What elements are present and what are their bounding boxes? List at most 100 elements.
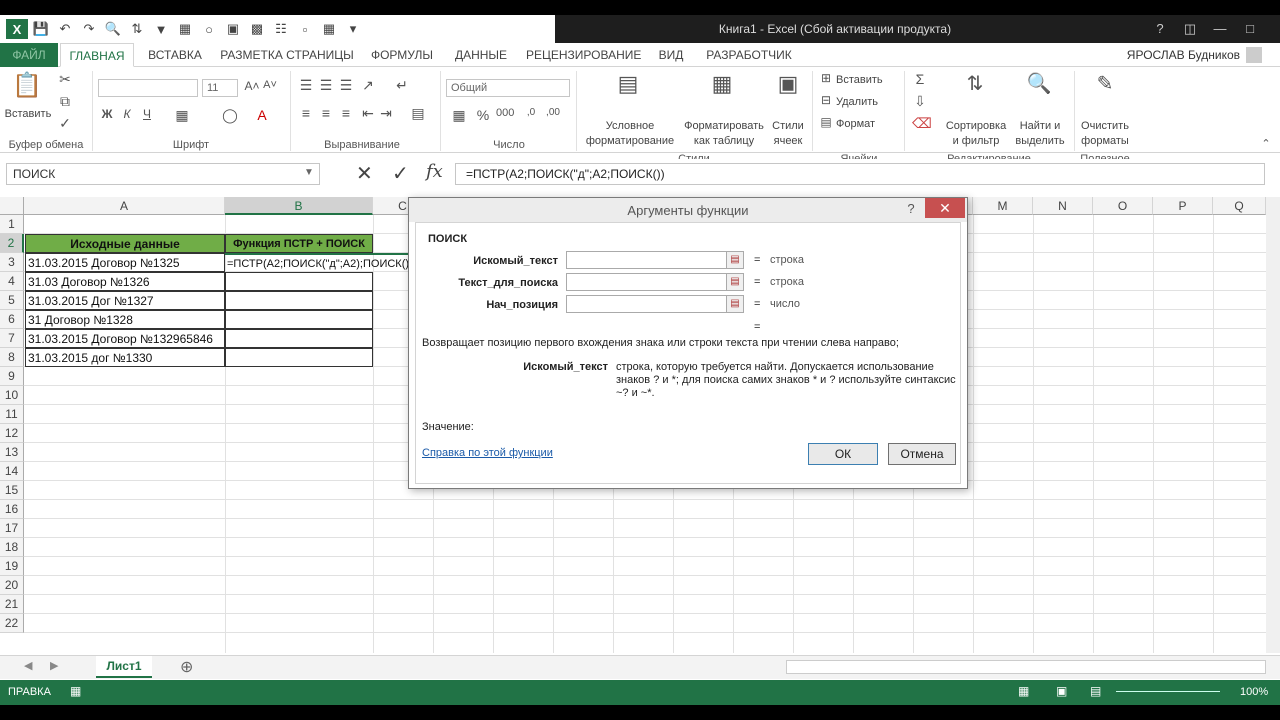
select-all-corner[interactable] <box>0 197 24 215</box>
font-color-icon[interactable]: A <box>254 107 270 123</box>
font-name-combo[interactable] <box>98 79 198 97</box>
print-preview-icon[interactable]: 🔍 <box>102 18 124 40</box>
comma-style-icon[interactable]: 000 <box>496 107 514 119</box>
delete-cells-icon[interactable]: ⊟ <box>818 93 834 107</box>
redo-icon[interactable]: ↷ <box>78 18 100 40</box>
enter-icon[interactable]: ✓ <box>392 161 409 186</box>
start-num-input[interactable] <box>566 295 728 313</box>
conditional-format-label-1[interactable]: Условное <box>580 119 680 133</box>
column-header[interactable]: B <box>225 197 373 215</box>
wrap-text-icon[interactable]: ↵ <box>394 77 410 94</box>
align-left-icon[interactable]: ≡ <box>298 105 314 121</box>
tab-review[interactable]: РЕЦЕНЗИРОВАНИЕ <box>526 43 641 67</box>
sort-filter-label-1[interactable]: Сортировка <box>940 119 1012 133</box>
cell-b5[interactable] <box>225 310 373 329</box>
row-header[interactable]: 8 <box>0 348 24 367</box>
autosum-icon[interactable]: Σ <box>912 71 928 87</box>
column-header[interactable]: O <box>1093 197 1153 215</box>
cut-icon[interactable]: ✂ <box>58 71 72 88</box>
shrink-font-icon[interactable]: A˅ <box>262 79 278 91</box>
align-center-icon[interactable]: ≡ <box>318 105 334 121</box>
page-break-view-icon[interactable]: ▤ <box>1090 684 1101 698</box>
row-header[interactable]: 5 <box>0 291 24 310</box>
dialog-help-button[interactable]: ? <box>899 198 923 220</box>
insert-function-button[interactable]: fx <box>426 161 443 182</box>
chart-icon[interactable]: ▩ <box>246 18 268 40</box>
cell-b4[interactable] <box>225 291 373 310</box>
percent-icon[interactable]: % <box>474 107 492 123</box>
align-bottom-icon[interactable]: ☰ <box>338 77 354 94</box>
filter-icon[interactable]: ▼ <box>150 18 172 40</box>
find-text-input[interactable] <box>566 251 728 269</box>
cell-a1[interactable]: Исходные данные <box>25 234 225 253</box>
vertical-scrollbar[interactable] <box>1266 197 1280 653</box>
increase-decimal-icon[interactable]: ,0 <box>522 107 540 118</box>
tab-data[interactable]: ДАННЫЕ <box>452 43 510 67</box>
cell-a6[interactable]: 31.03.2015 Договор №132965846 <box>25 329 225 348</box>
help-link[interactable]: Справка по этой функции <box>422 447 553 459</box>
save-icon[interactable]: 💾 <box>30 18 52 40</box>
row-header[interactable]: 6 <box>0 310 24 329</box>
name-box-dropdown-icon[interactable]: ▼ <box>304 167 314 178</box>
tab-file[interactable]: ФАЙЛ <box>0 43 58 67</box>
table-icon[interactable]: ▦ <box>318 18 340 40</box>
font-size-combo[interactable]: 11 <box>202 79 238 97</box>
orientation-icon[interactable]: ↗ <box>360 77 376 94</box>
row-header[interactable]: 11 <box>0 405 24 424</box>
sort-icon[interactable]: ⇅ <box>126 18 148 40</box>
bold-button[interactable]: Ж <box>100 107 114 121</box>
increase-indent-icon[interactable]: ⇥ <box>378 105 394 122</box>
collapse-dialog-icon[interactable]: ▤ <box>726 295 744 313</box>
cell-styles-label-2[interactable]: ячеек <box>766 134 810 148</box>
row-header[interactable]: 3 <box>0 253 24 272</box>
tab-home[interactable]: ГЛАВНАЯ <box>60 43 134 67</box>
paste-icon[interactable]: 📋 <box>12 71 42 101</box>
zoom-level[interactable]: 100% <box>1240 686 1268 698</box>
format-cells-icon[interactable]: ▤ <box>818 115 834 129</box>
collapse-dialog-icon[interactable]: ▤ <box>726 273 744 291</box>
column-header[interactable]: Q <box>1213 197 1266 215</box>
cell-a2[interactable]: 31.03.2015 Договор №1325 <box>25 253 225 272</box>
cell-b1[interactable]: Функция ПСТР + ПОИСК <box>225 234 373 253</box>
row-header[interactable]: 12 <box>0 424 24 443</box>
align-top-icon[interactable]: ☰ <box>298 77 314 94</box>
collapse-ribbon-icon[interactable]: ⌃ <box>1258 137 1274 150</box>
dialog-close-button[interactable]: ✕ <box>925 198 965 218</box>
conditional-format-icon[interactable]: ▤ <box>614 71 642 97</box>
column-header[interactable]: M <box>973 197 1033 215</box>
ok-button[interactable]: ОК <box>808 443 878 465</box>
avatar[interactable] <box>1246 47 1262 63</box>
tab-insert[interactable]: ВСТАВКА <box>142 43 208 67</box>
find-select-label-1[interactable]: Найти и <box>1012 119 1068 133</box>
decrease-indent-icon[interactable]: ⇤ <box>360 105 376 122</box>
minimize-button[interactable]: — <box>1205 15 1235 43</box>
row-header[interactable]: 17 <box>0 519 24 538</box>
collapse-dialog-icon[interactable]: ▤ <box>726 251 744 269</box>
paste-button[interactable]: Вставить <box>2 107 54 121</box>
tab-developer[interactable]: РАЗРАБОТЧИК <box>704 43 794 67</box>
insert-cells-button[interactable]: Вставить <box>836 73 896 87</box>
row-header[interactable]: 1 <box>0 215 24 234</box>
row-header[interactable]: 21 <box>0 595 24 614</box>
user-name[interactable]: ЯРОСЛАВ Будников <box>1127 43 1240 67</box>
cell-a7[interactable]: 31.03.2015 дог №1330 <box>25 348 225 367</box>
row-header[interactable]: 15 <box>0 481 24 500</box>
format-cells-button[interactable]: Формат <box>836 117 896 131</box>
cell-b3[interactable] <box>225 272 373 291</box>
find-select-icon[interactable]: 🔍 <box>1026 71 1052 96</box>
clear-formats-label-1[interactable]: Очистить <box>1076 119 1134 133</box>
format-as-table-label-2[interactable]: как таблицу <box>680 134 768 148</box>
borders-icon[interactable]: ▦ <box>174 18 196 40</box>
zoom-slider[interactable] <box>1116 691 1220 692</box>
row-header[interactable]: 18 <box>0 538 24 557</box>
cell-styles-icon[interactable]: ▣ <box>774 71 802 97</box>
cell-a5[interactable]: 31 Договор №1328 <box>25 310 225 329</box>
italic-button[interactable]: К <box>120 107 134 121</box>
customize-qat-icon[interactable]: ▾ <box>342 18 364 40</box>
scroll-left-icon[interactable]: ◀ <box>24 659 32 672</box>
cell-a3[interactable]: 31.03 Договор №1326 <box>25 272 225 291</box>
borders-icon[interactable]: ▦ <box>172 107 192 124</box>
align-middle-icon[interactable]: ☰ <box>318 77 334 94</box>
tab-formulas[interactable]: ФОРМУЛЫ <box>368 43 436 67</box>
number-format-combo[interactable]: Общий <box>446 79 570 97</box>
